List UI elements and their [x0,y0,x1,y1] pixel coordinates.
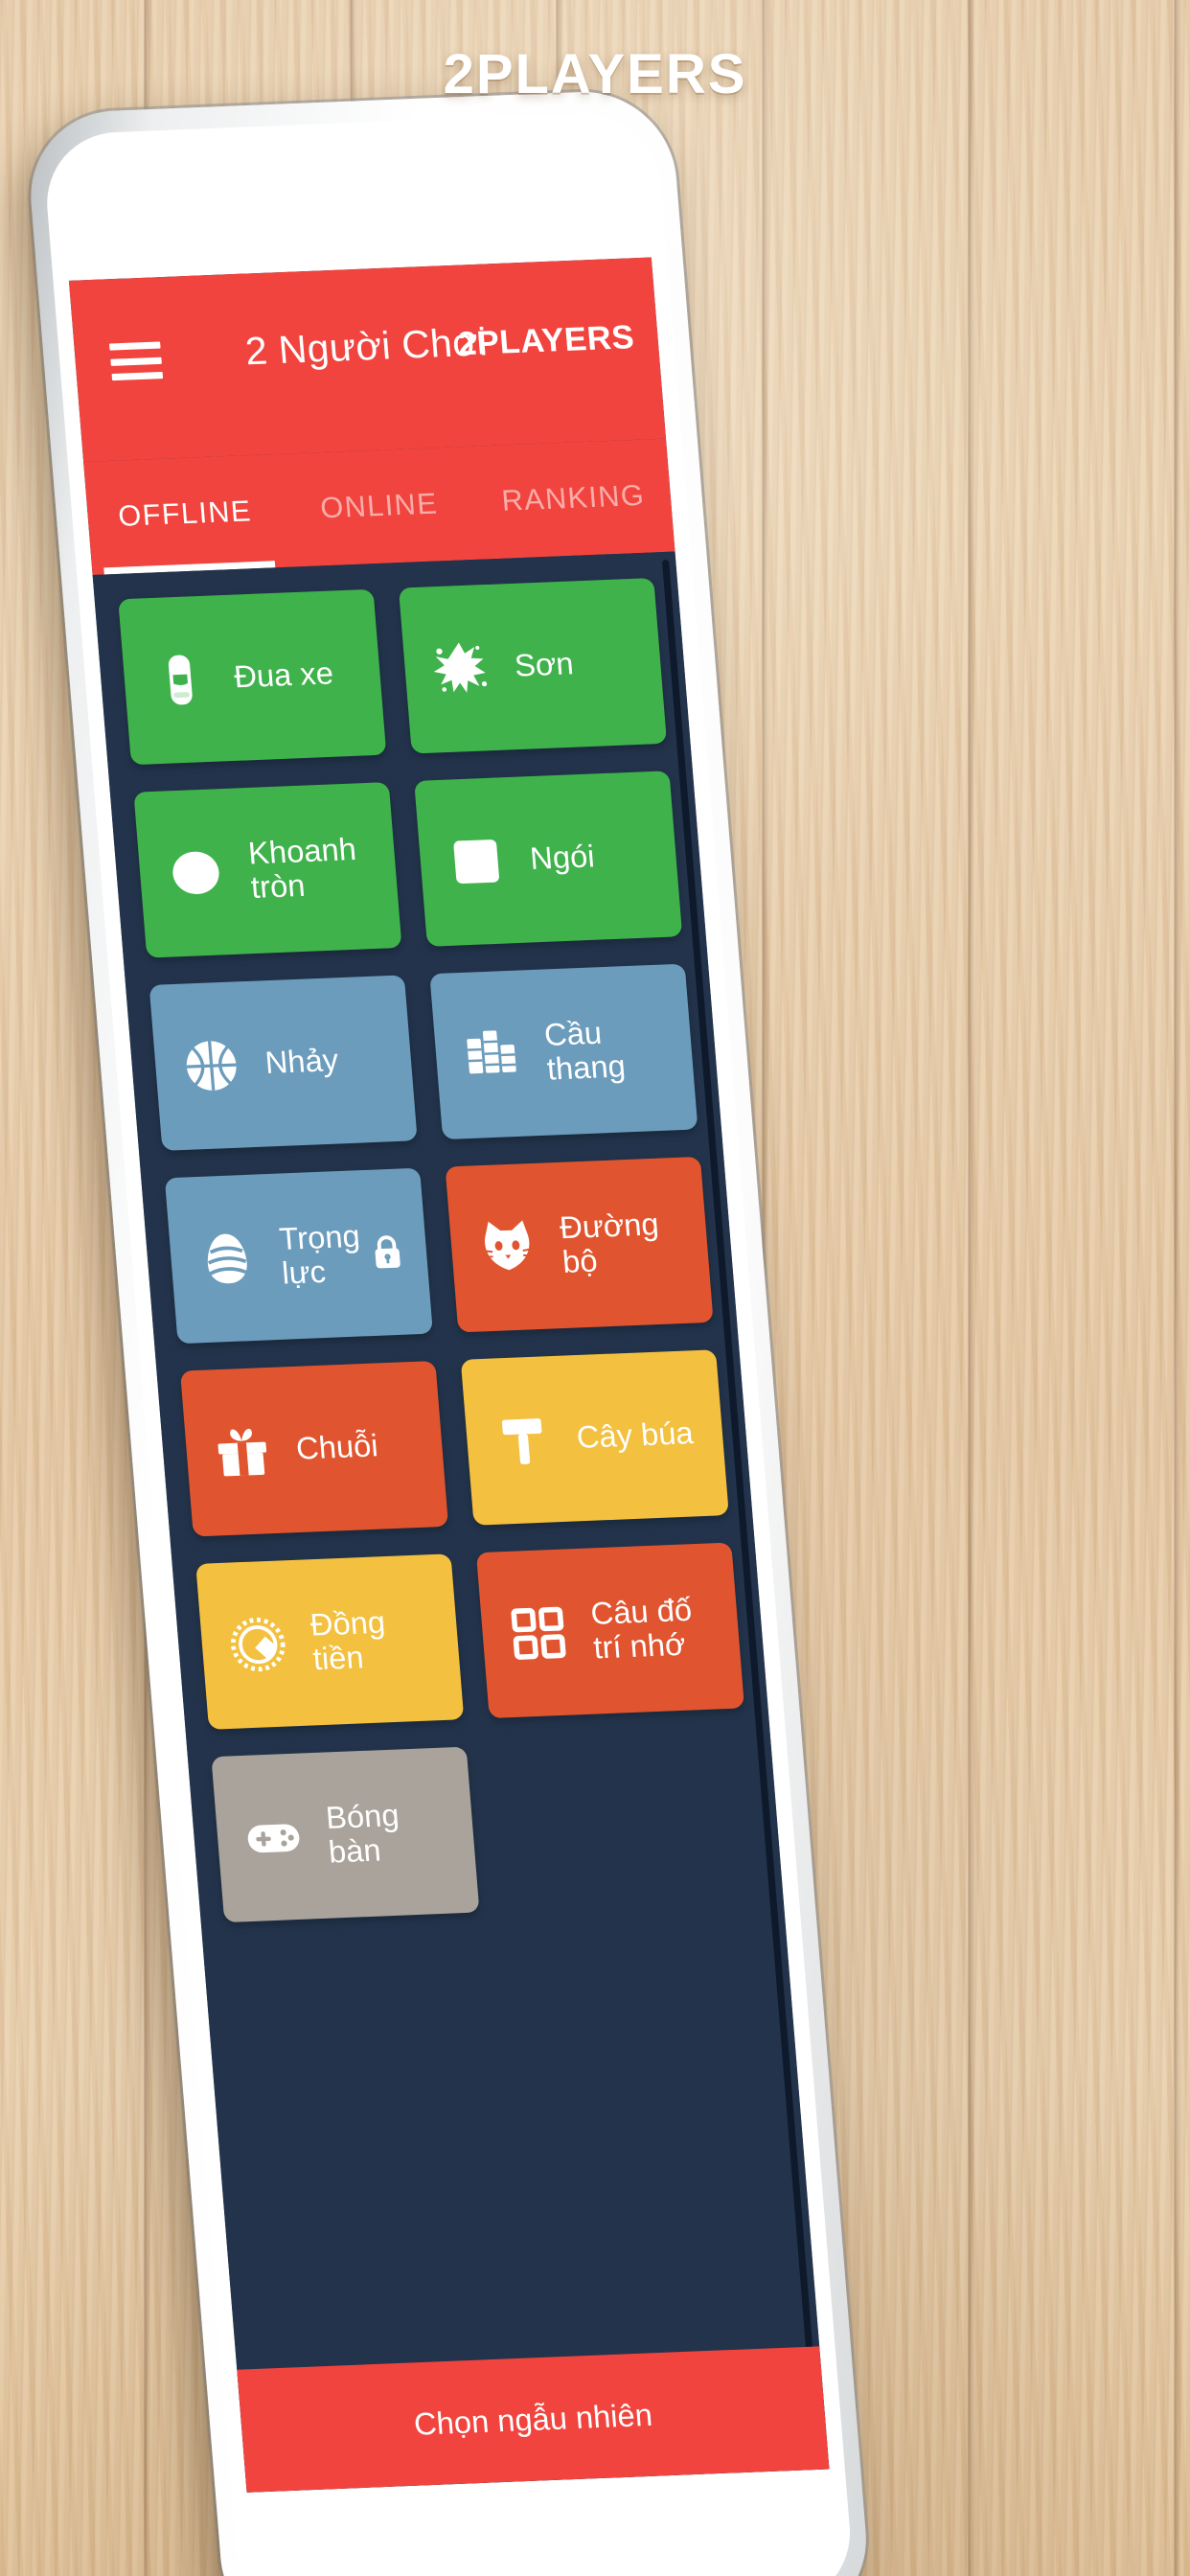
game-tile[interactable]: Đồng tiền [195,1553,465,1730]
game-tile-label: Đường bộ [558,1206,660,1280]
game-tile[interactable]: Chuỗi [179,1360,449,1537]
paint-splat-icon [420,629,502,707]
game-grid: Đua xe Sơn Khoanh tròn Ngói Nhảy Cầu tha… [118,577,760,1923]
game-tile[interactable]: Đường bộ [445,1156,714,1333]
game-tile-label: Nhảy [263,1042,340,1081]
circle-icon [155,834,238,912]
game-tile-label: Đồng tiền [309,1603,387,1677]
tab-ranking[interactable]: RANKING [471,439,675,560]
game-tile[interactable]: Câu đố trí nhớ [475,1542,745,1719]
game-tile-label: Câu đố trí nhớ [589,1592,694,1666]
game-tile-label: Khoanh tròn [246,831,358,906]
game-tile[interactable]: Sơn [398,577,668,754]
lock-icon [370,1232,406,1273]
cat-face-icon [467,1208,549,1286]
page-title: 2PLAYERS [443,43,747,105]
game-list: Đua xe Sơn Khoanh tròn Ngói Nhảy Cầu tha… [92,551,830,2493]
tab-offline[interactable]: OFFLINE [83,454,286,575]
hammer-icon [482,1401,564,1480]
tab-online[interactable]: ONLINE [278,447,481,567]
memory-grid-icon [497,1594,580,1672]
game-tile-label: Cây búa [575,1414,695,1456]
random-select-label: Chọn ngẫu nhiên [412,2396,654,2442]
game-tile-label: Sơn [513,646,575,684]
app-screen: 2 Người Chơi 2PLAYERS OFFLINE ONLINE RAN… [68,257,830,2493]
game-tile-label: Cầu thang [542,1014,628,1087]
phone-body: 2 Người Chơi 2PLAYERS OFFLINE ONLINE RAN… [24,88,874,2576]
game-tile-label: Bóng bàn [324,1797,400,1870]
game-tile-label: Ngói [528,839,596,877]
game-tile[interactable]: Ngói [414,770,683,947]
game-tile[interactable]: Trọng lực [164,1167,433,1345]
coin-icon [217,1605,299,1684]
basketball-icon [171,1026,253,1105]
gravity-egg-icon [186,1219,268,1298]
square-tile-icon [435,822,517,901]
game-tile[interactable]: Nhảy [149,975,418,1151]
gamepad-icon [233,1798,315,1876]
game-tile[interactable]: Bóng bàn [211,1746,480,1923]
game-tile[interactable]: Cây búa [460,1349,729,1526]
app-bar: 2 Người Chơi 2PLAYERS [68,257,667,463]
phone-mockup: 2 Người Chơi 2PLAYERS OFFLINE ONLINE RAN… [24,88,875,2576]
game-tile[interactable]: Đua xe [118,588,387,766]
app-bar-brand: 2PLAYERS [456,318,636,363]
game-tile-label: Chuỗi [294,1428,379,1467]
game-tile[interactable]: Khoanh tròn [133,782,402,958]
game-tile-label: Đua xe [232,656,335,695]
car-icon [139,640,221,719]
random-select-button[interactable]: Chọn ngẫu nhiên [237,2346,830,2493]
wood-background: 2PLAYERS 2 Người Chơi 2PLAYERS OFFLINE O… [0,0,1190,2576]
game-tile[interactable]: Cầu thang [429,963,698,1140]
gift-icon [201,1412,284,1490]
stairs-icon [450,1015,533,1093]
phone-inner-frame: 2 Người Chơi 2PLAYERS OFFLINE ONLINE RAN… [41,110,856,2576]
